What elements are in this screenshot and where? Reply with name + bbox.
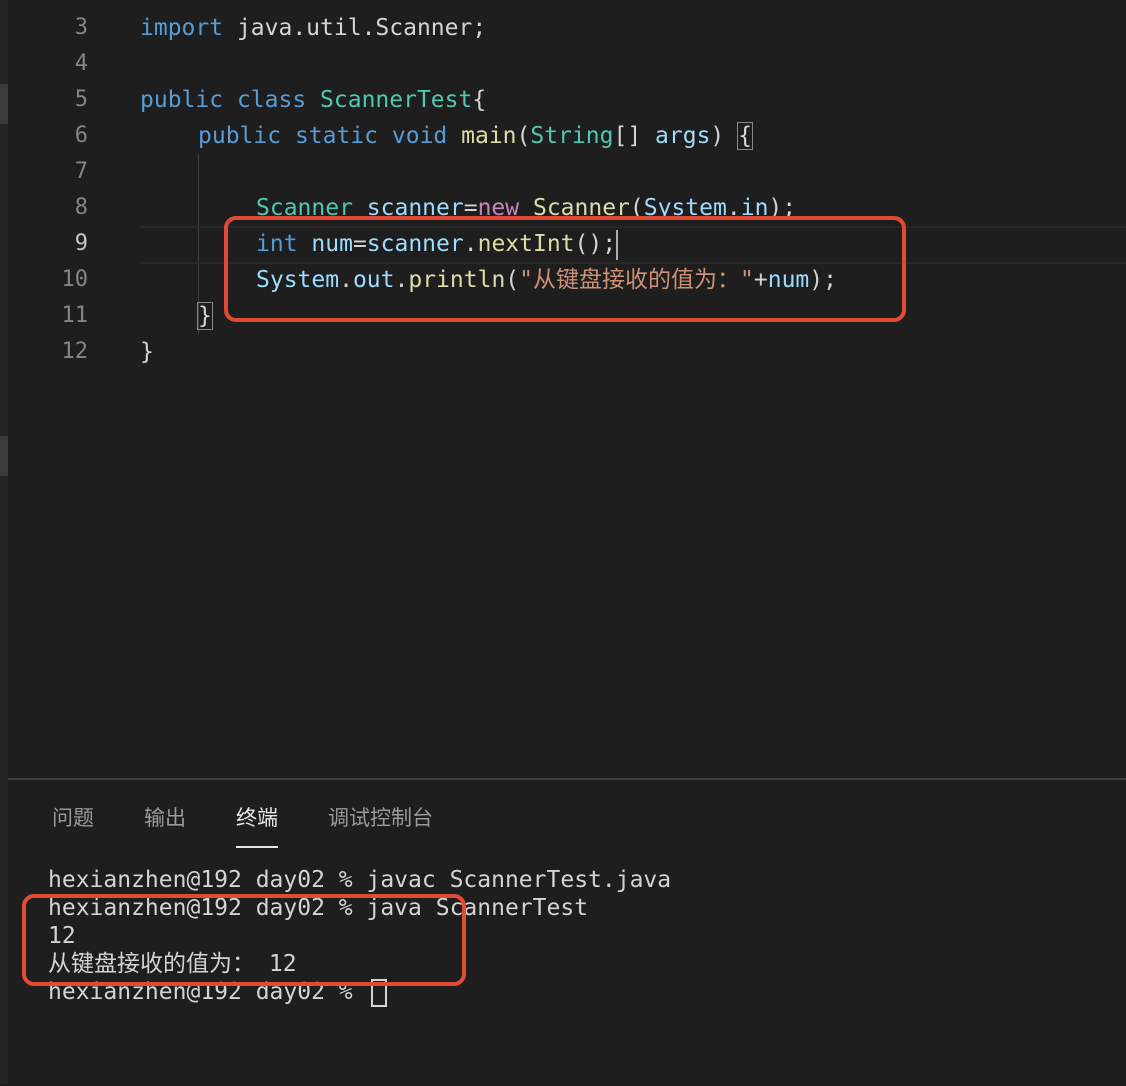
- line-number: 3: [74, 15, 88, 40]
- terminal-line: hexianzhen@192 day02 % javac ScannerTest…: [48, 867, 672, 893]
- tab-output[interactable]: 输出: [144, 802, 186, 832]
- line-number: 8: [74, 195, 88, 220]
- annotation-highlight-box: [224, 216, 906, 322]
- line-number: 10: [61, 267, 89, 292]
- code-text: }: [140, 339, 154, 365]
- code-text: public static void main(String[] args) {: [198, 122, 753, 150]
- activity-bar-edge: [0, 0, 8, 1084]
- tab-terminal[interactable]: 终端: [236, 802, 278, 848]
- tab-problems[interactable]: 问题: [52, 802, 94, 832]
- code-line[interactable]: 7: [8, 154, 1126, 190]
- code-line[interactable]: 3 import java.util.Scanner;: [8, 10, 1126, 46]
- line-number: 9: [74, 231, 88, 256]
- line-number: 6: [74, 123, 88, 148]
- code-editor[interactable]: 3 import java.util.Scanner; 4 5 public c…: [8, 0, 1126, 778]
- code-line[interactable]: 6 public static void main(String[] args)…: [8, 118, 1126, 154]
- line-number: 12: [61, 339, 89, 364]
- line-number: 4: [74, 51, 88, 76]
- line-number: 7: [74, 159, 88, 184]
- matched-bracket: }: [197, 302, 213, 330]
- code-line[interactable]: 5 public class ScannerTest{: [8, 82, 1126, 118]
- tab-debug-console[interactable]: 调试控制台: [328, 802, 433, 832]
- bottom-panel: 问题 输出 终端 调试控制台 hexianzhen@192 day02 % ja…: [8, 778, 1126, 1086]
- line-number: 5: [74, 87, 88, 112]
- activity-bar-marker: [0, 436, 8, 476]
- code-text: }: [197, 298, 213, 334]
- line-number: 11: [61, 303, 89, 328]
- code-text: import java.util.Scanner;: [140, 15, 487, 41]
- activity-bar-marker: [0, 84, 8, 124]
- code-line[interactable]: 4: [8, 46, 1126, 82]
- matched-bracket: {: [737, 122, 753, 150]
- annotation-highlight-box: [22, 894, 466, 986]
- code-text: public class ScannerTest{: [140, 87, 487, 113]
- code-line[interactable]: 12 }: [8, 334, 1126, 370]
